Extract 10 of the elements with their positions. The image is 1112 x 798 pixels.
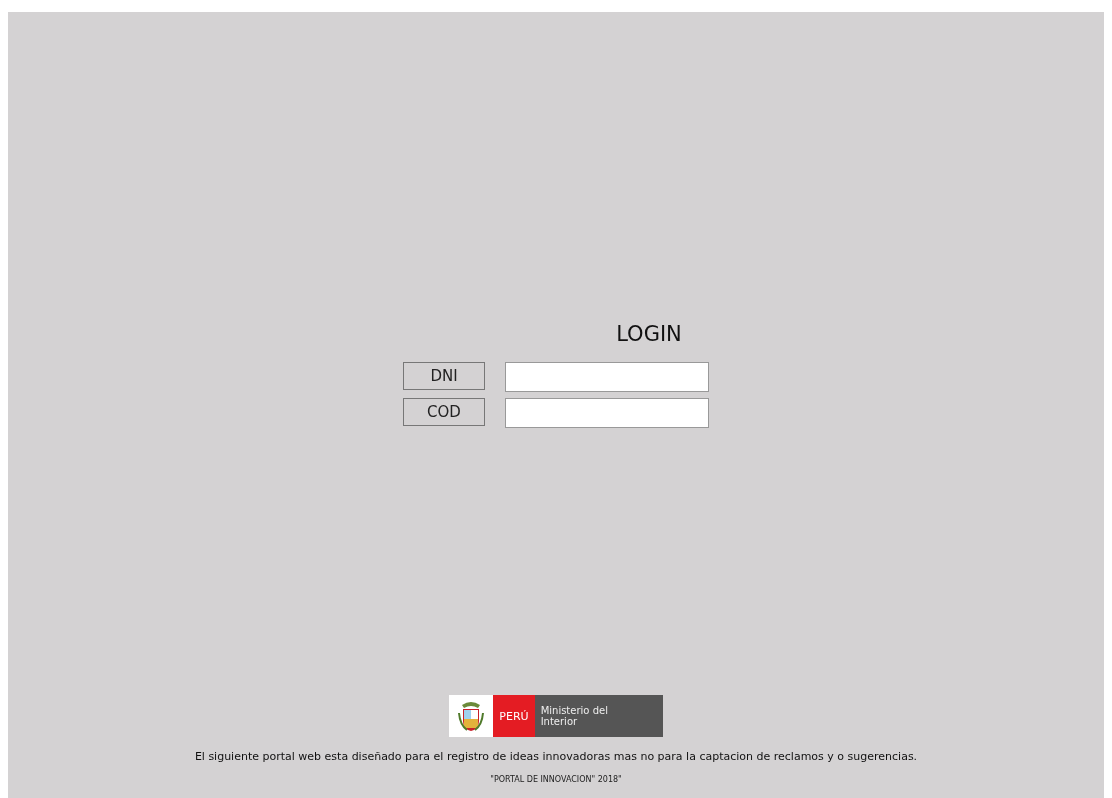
footer-text: "PORTAL DE INNOVACION" 2018" [490,775,622,784]
ministry-label: Ministerio del Interior [534,695,663,737]
coat-of-arms-icon [458,699,485,733]
notice-text: El siguiente portal web esta diseñado para el registro de ideas innovadoras mas no para la captacion de reclamos y o sugerencias. [194,750,918,763]
field-label: COD [403,398,485,426]
country-label: PERÚ [493,695,535,737]
field-label: DNI [403,362,485,390]
login-title: LOGIN [616,322,682,346]
input-field[interactable] [505,398,709,428]
input-field[interactable] [505,362,709,392]
